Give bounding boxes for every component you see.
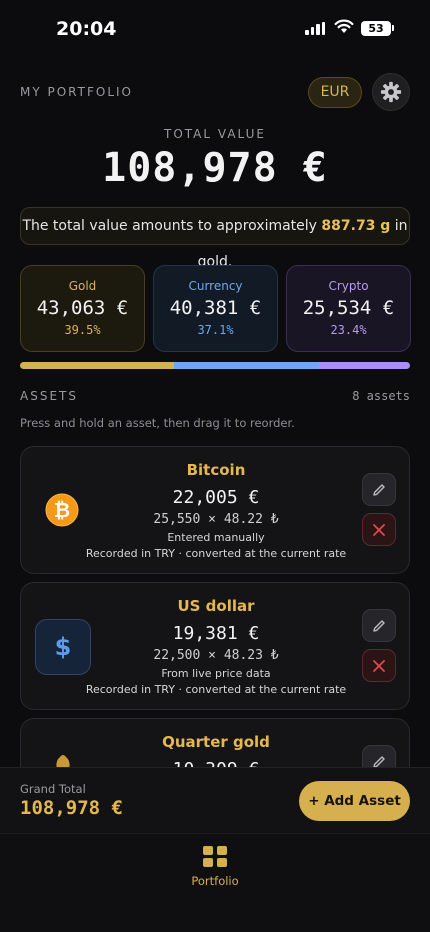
category-card-currency[interactable]: Currency 40,381 € 37.1% xyxy=(153,265,278,352)
allocation-segment xyxy=(174,362,319,369)
edit-button[interactable] xyxy=(362,609,396,642)
asset-recorded-note: Recorded in TRY · converted at the curre… xyxy=(85,683,347,696)
pencil-icon xyxy=(373,755,385,767)
tab-bar: Portfolio xyxy=(0,833,430,932)
grid-icon xyxy=(203,846,227,868)
total-value: 108,978 € xyxy=(102,145,328,191)
category-percent: 23.4% xyxy=(330,323,367,337)
category-name: Crypto xyxy=(328,279,369,293)
asset-calculation: 22,500 × 48.23 ₺ xyxy=(153,648,279,663)
delete-button[interactable] xyxy=(362,649,396,682)
add-asset-button[interactable]: + Add Asset xyxy=(299,781,410,821)
edit-button[interactable] xyxy=(362,745,396,767)
status-time: 20:04 xyxy=(56,18,117,40)
category-value: 25,534 € xyxy=(302,297,395,319)
battery-icon xyxy=(392,25,394,31)
currency-button[interactable]: EUR xyxy=(308,77,362,108)
total-value-label: TOTAL VALUE xyxy=(164,127,266,141)
asset-card-quarter-gold[interactable]: Quarter gold 10,309 € xyxy=(20,718,410,767)
category-percent: 39.5% xyxy=(64,323,101,337)
asset-calculation: 25,550 × 48.22 ₺ xyxy=(153,512,279,527)
category-value: 43,063 € xyxy=(36,297,129,319)
assets-section-label: ASSETS xyxy=(20,389,78,403)
edit-button[interactable] xyxy=(362,473,396,506)
asset-name: Quarter gold xyxy=(162,733,270,751)
allocation-segment xyxy=(318,362,410,369)
settings-button[interactable] xyxy=(372,73,410,111)
cellular-signal-icon xyxy=(305,22,325,35)
reorder-hint: Press and hold an asset, then drag it to… xyxy=(20,416,295,430)
category-name: Gold xyxy=(68,279,97,293)
category-name: Currency xyxy=(188,279,243,293)
tab-portfolio[interactable]: Portfolio xyxy=(175,846,255,888)
close-icon xyxy=(373,523,385,536)
assets-count: 8 assets xyxy=(352,389,410,403)
category-value: 40,381 € xyxy=(169,297,262,319)
allocation-segment xyxy=(20,362,175,369)
category-percent: 37.1% xyxy=(197,323,234,337)
allocation-bar xyxy=(20,362,410,369)
asset-value: 19,381 € xyxy=(172,623,260,644)
category-card-crypto[interactable]: Crypto 25,534 € 23.4% xyxy=(286,265,411,352)
gold-text-before: The total value amounts to approximately xyxy=(22,218,322,234)
asset-recorded-note: Recorded in TRY · converted at the curre… xyxy=(85,547,347,560)
asset-source: From live price data xyxy=(161,667,271,680)
delete-button[interactable] xyxy=(362,513,396,546)
category-card-gold[interactable]: Gold 43,063 € 39.5% xyxy=(20,265,145,352)
asset-source: Entered manually xyxy=(167,531,265,544)
grand-total-label: Grand Total xyxy=(20,782,86,796)
asset-name: US dollar xyxy=(177,597,255,615)
close-icon xyxy=(373,659,385,672)
gold-equivalent-banner: The total value amounts to approximately… xyxy=(20,207,410,270)
asset-card-bitcoin[interactable]: ₿ Bitcoin 22,005 € 25,550 × 48.22 ₺ Ente… xyxy=(20,446,410,574)
page-title: MY PORTFOLIO xyxy=(20,85,133,99)
gold-amount: 887.73 g xyxy=(321,218,391,234)
asset-value: 22,005 € xyxy=(172,487,260,508)
pencil-icon xyxy=(373,619,385,632)
asset-value: 10,309 € xyxy=(21,759,409,767)
wifi-icon xyxy=(334,19,354,33)
battery-level: 53 xyxy=(361,21,391,36)
asset-name: Bitcoin xyxy=(186,461,246,479)
gear-icon xyxy=(380,81,402,103)
asset-card-us-dollar[interactable]: $ US dollar 19,381 € 22,500 × 48.23 ₺ Fr… xyxy=(20,582,410,710)
tab-label: Portfolio xyxy=(191,874,239,888)
grand-total-value: 108,978 € xyxy=(20,797,123,819)
status-bar: 20:04 53 xyxy=(0,0,430,58)
grand-total-bar: Grand Total 108,978 € + Add Asset xyxy=(0,767,430,833)
pencil-icon xyxy=(373,483,385,496)
